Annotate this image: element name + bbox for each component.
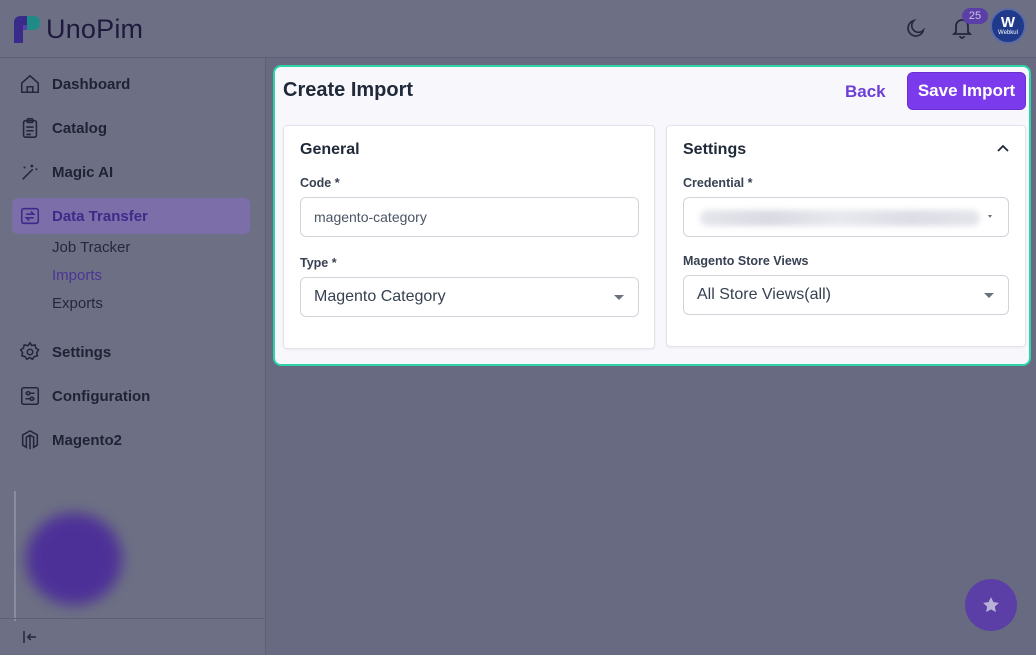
avatar-subtext: Webkul [998,29,1018,36]
code-label: Code * [300,176,340,190]
notification-count-badge: 25 [962,8,988,24]
magento-icon [21,429,39,450]
store-views-select-value: All Store Views(all) [697,286,831,303]
dark-mode-moon-icon[interactable] [905,17,927,39]
sidebar-item-label: Magento2 [52,431,123,449]
magic-wand-icon [22,164,38,180]
favorite-fab-button[interactable] [965,579,1017,631]
type-select-value: Magento Category [314,288,446,305]
sidebar-item-label: Data Transfer [52,207,148,225]
user-avatar[interactable]: W Webkul [990,8,1026,44]
dropdown-caret-icon [614,295,624,300]
blurred-credential-value [700,210,980,226]
clipboard-icon [22,118,38,138]
sidebar-item-label: Catalog [52,119,108,137]
app-logo[interactable]: UnoPim [11,13,143,45]
code-input[interactable]: magento-category [300,197,639,237]
save-import-button[interactable]: Save Import [907,72,1026,110]
settings-panel: Settings Credential * Magento Store View… [666,125,1026,347]
type-label: Type * [300,256,337,270]
back-link[interactable]: Back [845,82,886,102]
type-select[interactable]: Magento Category [300,277,639,317]
dropdown-caret-icon [988,215,992,218]
notifications-button[interactable]: 25 [950,8,988,41]
collapse-sidebar-icon[interactable] [21,628,39,646]
star-icon [983,597,999,613]
general-panel: General Code * magento-category Type * M… [283,125,655,349]
blurred-divider [14,491,16,621]
code-input-value: magento-category [314,209,427,225]
store-views-select[interactable]: All Store Views(all) [683,275,1009,315]
data-transfer-icon [20,207,40,225]
settings-panel-title: Settings [683,141,747,158]
chevron-up-icon[interactable] [997,144,1009,152]
sidebar-collapse-bar [0,618,265,655]
top-bar: UnoPim 25 W Webkul [0,0,1036,58]
sidebar-subitem-job-tracker[interactable]: Job Tracker [52,239,130,256]
sidebar: Dashboard Catalog Magic AI Data Transfer… [0,58,266,654]
gear-icon [19,341,40,361]
sidebar-item-label: Dashboard [52,75,131,93]
sidebar-subitem-exports[interactable]: Exports [52,295,103,312]
sidebar-item-data-transfer[interactable]: Data Transfer [12,198,250,234]
create-import-card: Create Import Back Save Import General C… [273,65,1031,366]
avatar-letter: W [1000,13,1016,31]
blurred-avatar [26,513,122,605]
sidebar-item-configuration[interactable]: Configuration [12,378,250,414]
sidebar-item-label: Configuration [52,387,151,405]
store-views-label: Magento Store Views [683,254,809,268]
page-title: Create Import [283,79,414,101]
sidebar-item-label: Settings [52,343,112,361]
logo-text: UnoPim [46,13,144,44]
sidebar-item-settings[interactable]: Settings [12,334,250,370]
credential-select[interactable] [683,197,1009,237]
general-panel-title: General [300,141,360,158]
sidebar-item-catalog[interactable]: Catalog [12,110,250,146]
sliders-icon [20,386,40,406]
dropdown-caret-icon [984,293,994,298]
home-icon [20,74,40,94]
sidebar-item-magento2[interactable]: Magento2 [12,422,250,458]
unopim-logo-icon [14,16,40,43]
sidebar-item-magic-ai[interactable]: Magic AI [12,154,250,190]
sidebar-subitem-imports[interactable]: Imports [52,267,102,284]
sidebar-item-label: Magic AI [52,163,114,181]
sidebar-item-dashboard[interactable]: Dashboard [12,66,250,102]
credential-label: Credential * [683,176,753,190]
